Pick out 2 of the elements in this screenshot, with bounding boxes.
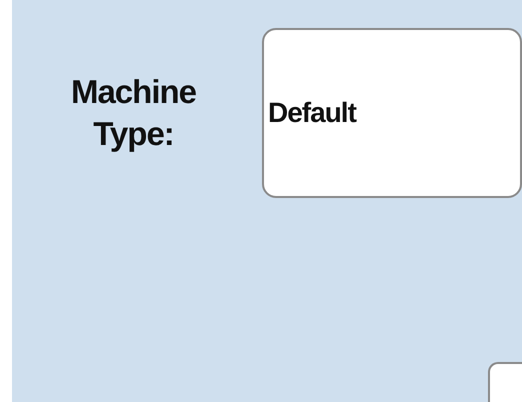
input-field[interactable]: Default (262, 28, 522, 198)
field-label: Machine Type: (70, 72, 198, 154)
